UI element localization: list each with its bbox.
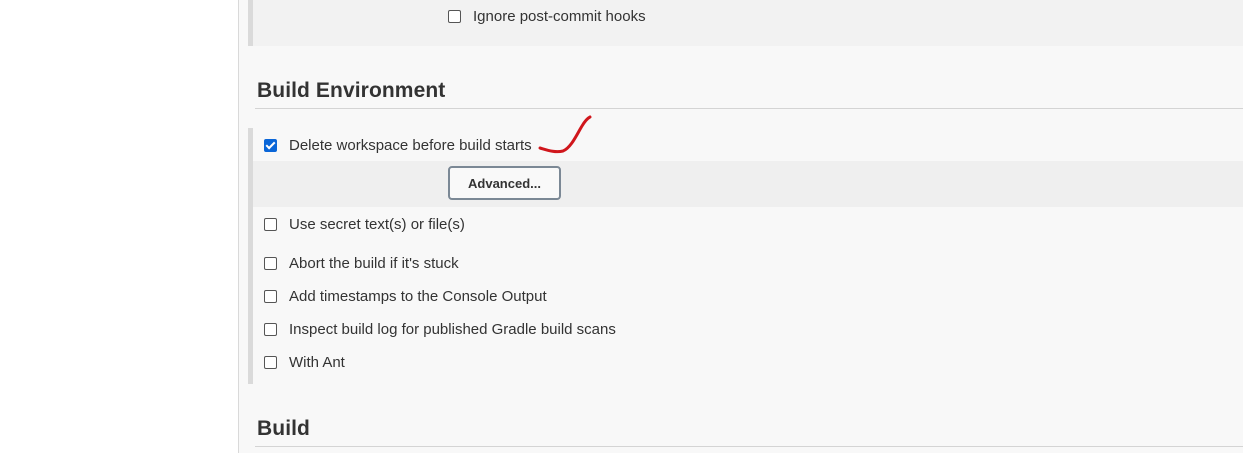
inspect-gradle-scans-label: Inspect build log for published Gradle b…: [289, 320, 616, 338]
with-ant-label: With Ant: [289, 353, 345, 371]
option-abort-if-stuck: Abort the build if it's stuck: [264, 253, 459, 273]
jenkins-config-page: Ignore post-commit hooks Build Environme…: [0, 0, 1243, 453]
add-timestamps-checkbox[interactable]: [264, 289, 277, 303]
section-title-build: Build: [257, 417, 310, 440]
advanced-row: Advanced...: [253, 161, 1243, 207]
abort-if-stuck-checkbox[interactable]: [264, 256, 277, 270]
delete-workspace-label: Delete workspace before build starts: [289, 136, 532, 154]
left-sidebar: [0, 0, 239, 453]
use-secret-text-label: Use secret text(s) or file(s): [289, 215, 465, 233]
section-divider-build: [255, 446, 1243, 447]
option-inspect-gradle-scans: Inspect build log for published Gradle b…: [264, 319, 616, 339]
use-secret-text-checkbox[interactable]: [264, 217, 277, 231]
option-ignore-post-commit-hooks: Ignore post-commit hooks: [448, 6, 646, 26]
scm-options-block: Ignore post-commit hooks: [248, 0, 1243, 46]
section-divider: [255, 108, 1243, 109]
option-with-ant: With Ant: [264, 352, 345, 372]
ignore-post-commit-hooks-label: Ignore post-commit hooks: [473, 7, 646, 25]
advanced-button[interactable]: Advanced...: [448, 166, 561, 200]
delete-workspace-checkbox[interactable]: [264, 138, 277, 152]
ignore-post-commit-hooks-checkbox[interactable]: [448, 9, 461, 23]
add-timestamps-label: Add timestamps to the Console Output: [289, 287, 547, 305]
config-form: Ignore post-commit hooks Build Environme…: [239, 0, 1243, 453]
option-delete-workspace: Delete workspace before build starts: [264, 135, 532, 155]
red-checkmark-annotation-icon: [538, 115, 592, 154]
build-environment-block: Delete workspace before build starts Adv…: [248, 128, 1243, 384]
option-add-timestamps: Add timestamps to the Console Output: [264, 286, 547, 306]
section-title-build-environment: Build Environment: [257, 79, 446, 102]
option-use-secret-text: Use secret text(s) or file(s): [264, 214, 465, 234]
inspect-gradle-scans-checkbox[interactable]: [264, 322, 277, 336]
abort-if-stuck-label: Abort the build if it's stuck: [289, 254, 459, 272]
with-ant-checkbox[interactable]: [264, 355, 277, 369]
